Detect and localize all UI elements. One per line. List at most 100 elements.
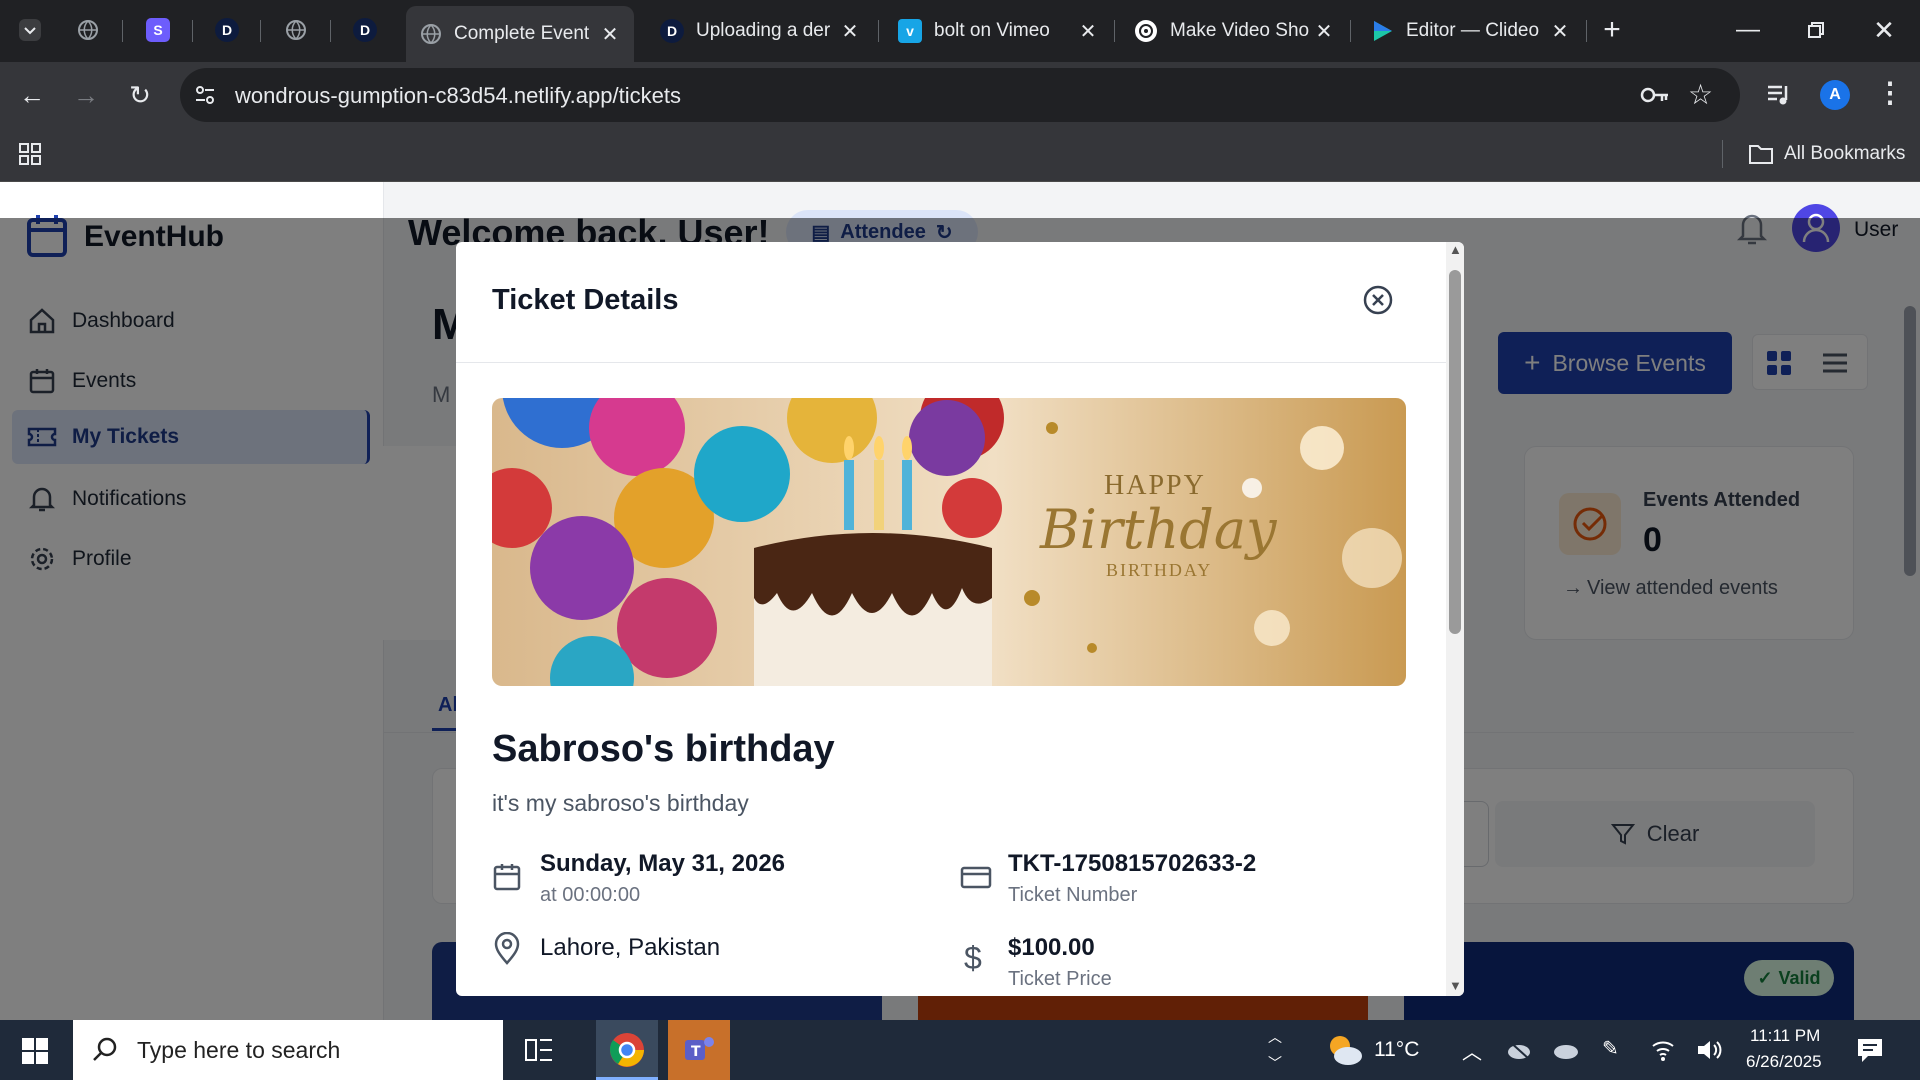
clock-date[interactable]: 6/26/2025 bbox=[1746, 1052, 1822, 1072]
ticket-price-label: Ticket Price bbox=[1008, 968, 1112, 990]
weather-cloud-icon bbox=[1330, 1036, 1362, 1065]
teams-icon: T bbox=[685, 1037, 714, 1060]
url-text[interactable]: wondrous-gumption-c83d54.netlify.app/tic… bbox=[235, 83, 681, 109]
bookmarks-bar: All Bookmarks bbox=[0, 128, 1920, 182]
credit-card-icon bbox=[960, 866, 992, 889]
plus-icon: + bbox=[1603, 13, 1621, 46]
scroll-up-icon[interactable]: ▲ bbox=[1449, 242, 1462, 257]
close-icon[interactable]: ✕ bbox=[840, 19, 860, 44]
address-bar[interactable]: wondrous-gumption-c83d54.netlify.app/tic… bbox=[180, 68, 1740, 122]
svg-text:T: T bbox=[691, 1044, 701, 1060]
taskbar-chrome[interactable] bbox=[596, 1020, 658, 1080]
windows-start-icon[interactable] bbox=[22, 1038, 48, 1064]
browser-tab-bar: S D D Complete Event ✕ D Uploading a der… bbox=[0, 0, 1920, 62]
cloud-offline-icon[interactable] bbox=[1506, 1038, 1532, 1062]
browser-toolbar: ← → ↻ wondrous-gumption-c83d54.netlify.a… bbox=[0, 62, 1920, 128]
site-settings-icon bbox=[196, 86, 214, 104]
key-icon[interactable] bbox=[1640, 84, 1670, 106]
media-control-icon[interactable] bbox=[1766, 82, 1792, 108]
apps-grid-icon[interactable] bbox=[18, 142, 42, 166]
close-icon[interactable]: ✕ bbox=[1078, 19, 1098, 44]
tab-globe-1[interactable] bbox=[68, 10, 108, 50]
forward-button[interactable]: → bbox=[66, 75, 106, 115]
reload-button[interactable]: ↻ bbox=[120, 75, 160, 115]
modal-scrollbar-thumb[interactable] bbox=[1449, 270, 1461, 634]
window-close-button[interactable]: ✕ bbox=[1864, 10, 1904, 50]
windows-taskbar: Type here to search T ︿ ﹀ 11°C ︿ ✎ 11:11 … bbox=[0, 1020, 1920, 1080]
clock-time[interactable]: 11:11 PM bbox=[1750, 1026, 1820, 1046]
notification-center-icon[interactable] bbox=[1856, 1036, 1884, 1064]
taskbar-scroll-arrows[interactable]: ︿ ﹀ bbox=[1268, 1024, 1282, 1076]
chevron-down-icon bbox=[19, 19, 41, 41]
event-description: it's my sabroso's birthday bbox=[492, 790, 749, 816]
tab-title: Complete Event bbox=[454, 23, 590, 44]
ticket-number: TKT-1750815702633-2 bbox=[1008, 850, 1257, 877]
profile-avatar[interactable]: A bbox=[1820, 80, 1850, 110]
vimeo-icon: v bbox=[898, 19, 922, 43]
tab-vimeo[interactable]: v bolt on Vimeo ✕ bbox=[884, 8, 1112, 54]
menu-dots-icon[interactable]: ⋮ bbox=[1876, 76, 1904, 109]
search-icon bbox=[93, 1037, 117, 1061]
pen-icon[interactable]: ✎ bbox=[1602, 1036, 1619, 1061]
minimize-button[interactable]: — bbox=[1728, 10, 1768, 50]
globe-icon bbox=[78, 20, 98, 41]
scroll-down-icon[interactable]: ▼ bbox=[1449, 978, 1462, 993]
event-time: at 00:00:00 bbox=[540, 884, 641, 906]
globe-icon bbox=[286, 20, 306, 41]
close-icon[interactable] bbox=[1362, 284, 1394, 316]
tab-s-app[interactable]: S bbox=[138, 10, 178, 50]
d-app-icon: D bbox=[660, 19, 684, 43]
tab-title: Make Video Sho bbox=[1170, 20, 1310, 41]
tab-globe-2[interactable] bbox=[276, 10, 316, 50]
chrome-icon bbox=[609, 1033, 644, 1067]
tab-complete-event[interactable]: Complete Event ✕ bbox=[406, 6, 634, 62]
event-name: Sabroso's birthday bbox=[492, 728, 835, 770]
task-view-icon[interactable] bbox=[524, 1036, 554, 1064]
ticket-price: $100.00 bbox=[1008, 934, 1095, 961]
restore-button[interactable] bbox=[1796, 10, 1836, 50]
wifi-icon[interactable] bbox=[1650, 1038, 1676, 1062]
tab-search-button[interactable] bbox=[10, 10, 50, 50]
temperature[interactable]: 11°C bbox=[1374, 1038, 1419, 1062]
image-text-birthday-small: BIRTHDAY bbox=[1106, 560, 1213, 580]
back-button[interactable]: ← bbox=[12, 75, 52, 115]
tab-clideo[interactable]: Editor — Clideo ✕ bbox=[1356, 8, 1584, 54]
tab-d-app-2[interactable]: D bbox=[345, 10, 385, 50]
new-tab-button[interactable]: + bbox=[1592, 10, 1632, 50]
taskbar-teams[interactable]: T bbox=[668, 1020, 730, 1080]
star-icon[interactable]: ☆ bbox=[1688, 78, 1713, 111]
onedrive-icon[interactable] bbox=[1552, 1038, 1580, 1062]
ticket-number-label: Ticket Number bbox=[1008, 884, 1138, 906]
taskbar-search[interactable]: Type here to search bbox=[73, 1020, 503, 1080]
calendar-icon bbox=[493, 864, 521, 891]
modal-title: Ticket Details bbox=[492, 284, 679, 316]
all-bookmarks-link[interactable]: All Bookmarks bbox=[1784, 143, 1905, 165]
d-app-icon: D bbox=[353, 18, 377, 42]
volume-icon[interactable] bbox=[1696, 1038, 1724, 1062]
dollar-icon: $ bbox=[964, 940, 982, 976]
close-icon[interactable]: ✕ bbox=[1314, 19, 1334, 44]
arrow-left-icon: ← bbox=[19, 79, 45, 110]
close-icon[interactable]: ✕ bbox=[600, 22, 620, 47]
event-image: HAPPY Birthday BIRTHDAY bbox=[492, 398, 1406, 686]
ticket-details-modal: Ticket Details HAPPY Birthday BIRTHDAY S… bbox=[456, 242, 1464, 996]
close-icon[interactable]: ✕ bbox=[1550, 19, 1570, 44]
modal-scrollbar[interactable]: ▲ ▼ bbox=[1446, 242, 1464, 996]
play-icon bbox=[1374, 21, 1392, 41]
tab-title: Uploading a der bbox=[696, 20, 831, 41]
reload-icon: ↻ bbox=[129, 79, 151, 110]
tab-uploading[interactable]: D Uploading a der ✕ bbox=[646, 8, 874, 54]
restore-icon bbox=[1808, 22, 1824, 38]
close-icon: ✕ bbox=[1873, 14, 1895, 45]
tab-make-video[interactable]: Make Video Sho ✕ bbox=[1120, 8, 1348, 54]
map-pin-icon bbox=[494, 932, 520, 965]
tab-d-app-1[interactable]: D bbox=[207, 10, 247, 50]
tab-title: Editor — Clideo bbox=[1406, 20, 1540, 41]
s-app-icon: S bbox=[146, 18, 170, 42]
chevron-up-icon[interactable]: ︿ bbox=[1462, 1036, 1482, 1065]
minimize-icon: — bbox=[1736, 16, 1760, 43]
search-placeholder: Type here to search bbox=[137, 1036, 341, 1063]
globe-icon bbox=[421, 24, 441, 45]
folder-icon bbox=[1749, 145, 1773, 164]
tab-title: bolt on Vimeo bbox=[934, 20, 1050, 41]
